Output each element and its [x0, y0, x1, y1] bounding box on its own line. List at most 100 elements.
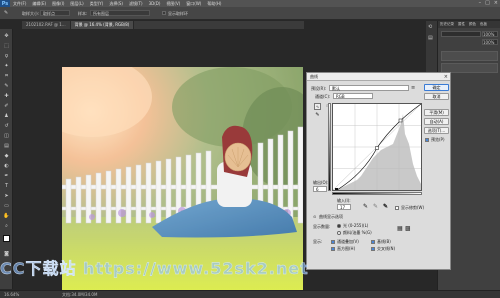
output-gradient-bar	[328, 103, 331, 191]
menu-view[interactable]: 视图(V)	[163, 1, 183, 7]
fill-field[interactable]: 100%	[482, 39, 498, 45]
tab-background[interactable]: 背景 @ 16.4% (背景, RGB/8)	[70, 21, 135, 29]
preview-checkbox[interactable]	[425, 138, 429, 142]
brush-tool-icon[interactable]: ✐	[3, 103, 10, 110]
menu-type[interactable]: 类型(Y)	[87, 1, 107, 7]
collapse-toggle-icon[interactable]: ⊙	[313, 214, 316, 219]
lasso-tool-icon[interactable]: ϙ	[3, 53, 10, 60]
toolbox: ✥ ⬚ ϙ ✦ ⌗ ✎ ✚ ✐ ♟ ↺ ◫ ▤ ◆ ◐ ✒ T ➤ ▭ ✋ ⌕ …	[0, 29, 13, 289]
zoom-tool-icon[interactable]: ⌕	[3, 223, 10, 230]
curves-graph[interactable]	[332, 103, 422, 191]
document-tabs: 2102102.RAF @ 1... 背景 @ 16.4% (背景, RGB/8…	[22, 21, 304, 29]
menu-3d[interactable]: 3D(D)	[146, 1, 164, 6]
quick-select-tool-icon[interactable]: ✦	[3, 63, 10, 70]
document-size: 文档:34.0M/34.0M	[62, 292, 98, 297]
light-label: 光 (0-255)(L)	[343, 223, 369, 228]
sample-size-label: 取样大小:	[22, 11, 40, 16]
smooth-button[interactable]: 平滑(M)	[424, 109, 449, 116]
menu-file[interactable]: 文件(F)	[10, 1, 29, 7]
foreground-color-swatch[interactable]	[3, 235, 10, 242]
shape-tool-icon[interactable]: ▭	[3, 203, 10, 210]
zoom-level[interactable]: 16.64%	[4, 292, 19, 297]
menu-edit[interactable]: 编辑(E)	[29, 1, 49, 7]
panel-tab-swatches[interactable]: 色板	[478, 21, 489, 28]
panel-tab-history[interactable]: 历史记录	[438, 21, 456, 28]
crop-tool-icon[interactable]: ⌗	[3, 73, 10, 80]
dialog-close-icon[interactable]: ×	[444, 74, 448, 80]
baseline-checkbox[interactable]	[371, 240, 375, 244]
curves-dialog: 曲线 × 预设(R): 默认 ≡ 通道(C): RGB 确定 取消 平滑(M) …	[306, 72, 451, 270]
panel-field[interactable]	[441, 31, 481, 37]
baseline-label: 基线(B)	[377, 239, 391, 244]
eraser-tool-icon[interactable]: ◫	[3, 133, 10, 140]
preset-menu-icon[interactable]: ≡	[411, 85, 417, 91]
blur-tool-icon[interactable]: ◆	[3, 153, 10, 160]
window-controls: – □ ×	[479, 0, 498, 6]
sample-select[interactable]: 所有图层	[90, 10, 150, 16]
menu-image[interactable]: 图像(I)	[49, 1, 67, 7]
opacity-field[interactable]: 100%	[482, 31, 498, 37]
preset-select[interactable]: 默认	[329, 85, 409, 91]
channel-label: 通道(C):	[315, 94, 331, 99]
options-button[interactable]: 选项(T)...	[424, 127, 449, 134]
pencil-icon[interactable]: ✎	[314, 112, 321, 119]
dodge-tool-icon[interactable]: ◐	[3, 163, 10, 170]
move-tool-icon[interactable]: ✥	[3, 33, 10, 40]
sample-size-select[interactable]: 取样点	[40, 10, 70, 16]
menu-layer[interactable]: 图层(L)	[67, 1, 86, 7]
eyedropper-tool-icon[interactable]: ✎	[4, 10, 14, 16]
layer-row[interactable]	[441, 51, 498, 61]
tab-raf[interactable]: 2102102.RAF @ 1...	[22, 21, 71, 29]
properties-panel-icon[interactable]: ▤	[428, 35, 435, 42]
white-point-eyedropper-icon[interactable]: ✎	[383, 203, 388, 210]
output-field[interactable]: 6	[313, 186, 327, 192]
channel-overlay-checkbox[interactable]	[331, 240, 335, 244]
menu-select[interactable]: 选择(S)	[106, 1, 126, 7]
dialog-title: 曲线	[307, 73, 450, 81]
black-point-eyedropper-icon[interactable]: ✎	[363, 203, 368, 210]
marquee-tool-icon[interactable]: ⬚	[3, 43, 10, 50]
watermark-text: CC下载站 https://www.52sk2.net	[0, 259, 309, 278]
channel-overlay-label: 通道叠加(V)	[337, 239, 359, 244]
auto-button[interactable]: 自动(A)	[424, 118, 449, 125]
menu-window[interactable]: 窗口(W)	[183, 1, 204, 7]
pigment-radio[interactable]	[337, 231, 341, 235]
preview-label: 预览(P)	[431, 137, 445, 142]
input-field[interactable]: 17	[337, 204, 351, 210]
pigment-label: 颜料/油墨 %(G)	[343, 230, 372, 235]
history-brush-icon[interactable]: ↺	[3, 123, 10, 130]
history-panel-icon[interactable]: ⟲	[428, 24, 435, 31]
show-ring-label: 显示取样环	[168, 11, 188, 16]
curve-edit-icon[interactable]: ∿	[314, 103, 321, 110]
path-select-icon[interactable]: ➤	[3, 193, 10, 200]
cancel-button[interactable]: 取消	[424, 93, 449, 100]
gradient-tool-icon[interactable]: ▤	[3, 143, 10, 150]
show-amount-label: 显示数量:	[313, 224, 331, 229]
intersection-checkbox[interactable]	[371, 247, 375, 251]
show-ring-checkbox[interactable]	[162, 11, 166, 15]
hand-tool-icon[interactable]: ✋	[3, 213, 10, 220]
curve-options-label: 曲线显示选项	[319, 214, 343, 219]
ok-button[interactable]: 确定	[424, 84, 449, 91]
minimize-button[interactable]: –	[479, 0, 482, 6]
panel-tab-color[interactable]: 颜色	[467, 21, 478, 28]
gray-point-eyedropper-icon[interactable]: ✎	[373, 203, 378, 210]
histogram-checkbox[interactable]	[331, 247, 335, 251]
stamp-tool-icon[interactable]: ♟	[3, 113, 10, 120]
menu-help[interactable]: 帮助(H)	[204, 1, 224, 7]
maximize-button[interactable]: □	[485, 0, 490, 6]
grid-small-icon[interactable]: ▦	[397, 225, 403, 232]
eyedropper-tool-icon[interactable]: ✎	[3, 83, 10, 90]
menu-filter[interactable]: 滤镜(T)	[126, 1, 146, 7]
panel-tab-properties[interactable]: 属性	[456, 21, 467, 28]
type-tool-icon[interactable]: T	[3, 183, 10, 190]
status-bar: 16.64% 文档:34.0M/34.0M	[0, 290, 500, 298]
healing-brush-icon[interactable]: ✚	[3, 93, 10, 100]
close-button[interactable]: ×	[494, 0, 498, 6]
grid-large-icon[interactable]: ▩	[405, 225, 411, 232]
show-clipping-checkbox[interactable]	[395, 206, 399, 210]
channel-select[interactable]: RGB	[333, 93, 373, 99]
preset-label: 预设(R):	[311, 86, 327, 91]
light-radio[interactable]	[337, 224, 341, 228]
pen-tool-icon[interactable]: ✒	[3, 173, 10, 180]
